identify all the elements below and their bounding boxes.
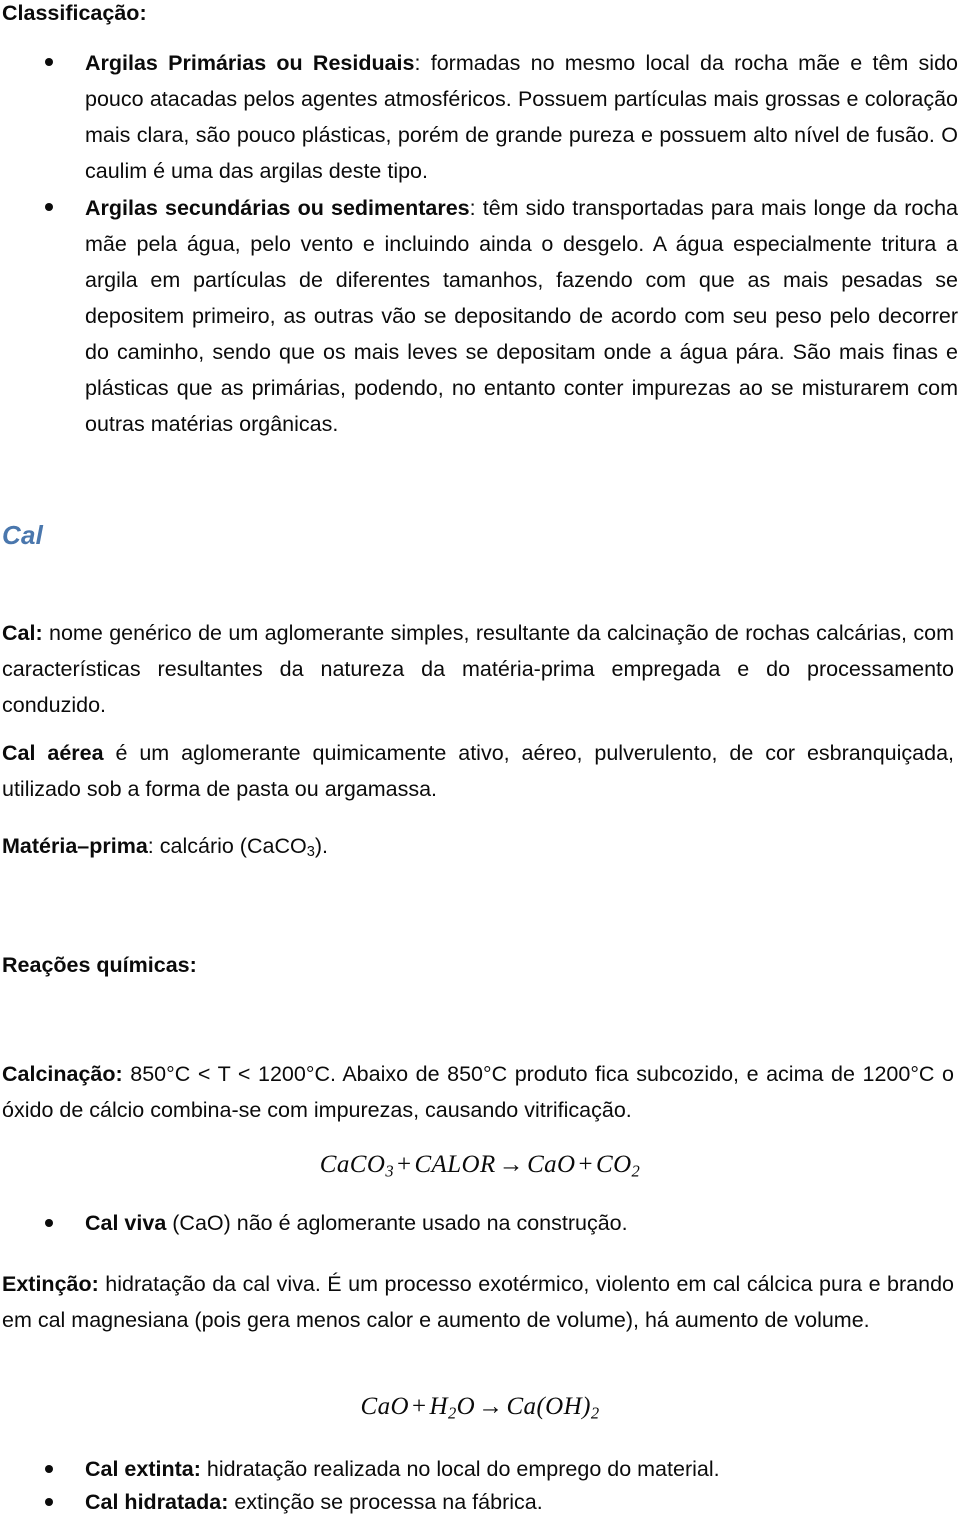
formula-product-1: CaO bbox=[527, 1151, 576, 1178]
paragraph-lead: Cal: bbox=[2, 621, 43, 645]
list-item-text: hidratação realizada no local do emprego… bbox=[200, 1457, 720, 1481]
paragraph-calcinacao: Calcinação: 850°C < T < 1200°C. Abaixo d… bbox=[0, 1056, 956, 1128]
list-item-text: têm sido transportadas para mais longe d… bbox=[85, 196, 959, 436]
heading-reacoes-quimicas-text: Reações químicas: bbox=[2, 953, 197, 977]
paragraph-cal-aerea: Cal aérea é um aglomerante quimicamente … bbox=[0, 735, 956, 807]
formula-arrow: → bbox=[478, 1393, 504, 1420]
list-item-body: Cal hidratada: extinção se processa na f… bbox=[85, 1487, 958, 1518]
paragraph-body: nome genérico de um aglomerante simples,… bbox=[2, 621, 954, 717]
paragraph-cal-aerea-text: Cal aérea é um aglomerante quimicamente … bbox=[0, 735, 956, 807]
paragraph-body: 850°C < T < 1200°C. Abaixo de 850°C prod… bbox=[2, 1062, 954, 1122]
paragraph-lead: Calcinação: bbox=[2, 1062, 123, 1086]
formula-product-1-a: Ca(OH) bbox=[506, 1393, 591, 1420]
formula-product-2-subscript: 2 bbox=[631, 1161, 641, 1181]
bullet-dot-icon bbox=[45, 58, 53, 66]
list-item-cal-extinta: Cal extinta: hidratação realizada no loc… bbox=[0, 1454, 960, 1485]
list-item-body: Cal extinta: hidratação realizada no loc… bbox=[85, 1454, 958, 1485]
section-heading-cal: Cal bbox=[0, 520, 43, 550]
section-heading-classificacao: Classificação: bbox=[0, 0, 147, 28]
paragraph-materia-prima: Matéria–prima: calcário (CaCO3). bbox=[0, 828, 956, 870]
paragraph-extincao-text: Extinção: hidratação da cal viva. É um p… bbox=[0, 1266, 956, 1338]
formula-reactant-1-subscript: 3 bbox=[385, 1161, 394, 1181]
list-item-lead: Cal viva bbox=[85, 1211, 167, 1235]
list-item-text: extinção se processa na fábrica. bbox=[228, 1490, 543, 1514]
paragraph-body-post: ). bbox=[314, 834, 328, 858]
formula-reactant-2-subscript: 2 bbox=[447, 1403, 457, 1423]
formula-arrow: → bbox=[498, 1151, 525, 1178]
formula-plus-1: + bbox=[396, 1151, 412, 1178]
section-heading-reacoes-quimicas: Reações químicas: bbox=[0, 950, 197, 980]
list-item-separator: : bbox=[469, 196, 483, 220]
formula-reactant-1: CaCO bbox=[319, 1151, 386, 1178]
bullet-dot-icon bbox=[45, 1498, 53, 1506]
formula-reactant-2-b: O bbox=[456, 1393, 476, 1420]
paragraph-extincao: Extinção: hidratação da cal viva. É um p… bbox=[0, 1266, 956, 1338]
formula-reactant-1: CaO bbox=[360, 1393, 409, 1420]
paragraph-materia-prima-text: Matéria–prima: calcário (CaCO3). bbox=[0, 828, 956, 870]
document-page: Classificação: Argilas Primárias ou Resi… bbox=[0, 0, 960, 1517]
paragraph-cal-definition: Cal: nome genérico de um aglomerante sim… bbox=[0, 615, 956, 723]
formula-extincao: CaO + H2O → Ca(OH)2 bbox=[0, 1390, 960, 1431]
list-item-body: Argilas Primárias ou Residuais: formadas… bbox=[85, 45, 958, 189]
paragraph-calcinacao-text: Calcinação: 850°C < T < 1200°C. Abaixo d… bbox=[0, 1056, 956, 1128]
list-item-separator: : bbox=[414, 51, 431, 75]
paragraph-lead: Cal aérea bbox=[2, 741, 104, 765]
paragraph-body: é um aglomerante quimicamente ativo, aér… bbox=[2, 741, 954, 801]
formula-calcinacao-text: CaCO3 + CALOR → CaO + CO2 bbox=[0, 1148, 960, 1189]
subscript-three: 3 bbox=[306, 844, 315, 861]
formula-calcinacao: CaCO3 + CALOR → CaO + CO2 bbox=[0, 1148, 960, 1189]
formula-plus-1: + bbox=[411, 1393, 427, 1420]
list-item-lead: Argilas Primárias ou Residuais bbox=[85, 51, 415, 75]
list-item-text: (CaO) não é aglomerante usado na constru… bbox=[166, 1211, 628, 1235]
paragraph-body: hidratação da cal viva. É um processo ex… bbox=[2, 1272, 954, 1332]
bullet-dot-icon bbox=[45, 1219, 53, 1227]
bullet-dot-icon bbox=[45, 1465, 53, 1473]
list-item-lead: Cal hidratada: bbox=[85, 1490, 229, 1514]
formula-product-2: CO bbox=[596, 1151, 632, 1178]
heading-cal-text: Cal bbox=[2, 520, 44, 550]
paragraph-body-pre: calcário (CaCO bbox=[159, 834, 307, 858]
list-item-argilas-secundarias: Argilas secundárias ou sedimentares: têm… bbox=[0, 190, 960, 442]
list-item-lead: Argilas secundárias ou sedimentares bbox=[85, 196, 470, 220]
formula-product-1-subscript: 2 bbox=[590, 1403, 600, 1423]
list-item-body: Argilas secundárias ou sedimentares: têm… bbox=[85, 190, 958, 442]
paragraph-lead: Matéria–prima bbox=[2, 834, 148, 858]
paragraph-separator: : bbox=[147, 834, 160, 858]
formula-reactant-2-a: H bbox=[429, 1393, 448, 1420]
formula-reactant-2: CALOR bbox=[414, 1151, 496, 1178]
formula-extincao-text: CaO + H2O → Ca(OH)2 bbox=[0, 1390, 960, 1431]
list-item-cal-hidratada: Cal hidratada: extinção se processa na f… bbox=[0, 1487, 960, 1518]
paragraph-cal-definition-text: Cal: nome genérico de um aglomerante sim… bbox=[0, 615, 956, 723]
list-item-cal-viva: Cal viva (CaO) não é aglomerante usado n… bbox=[0, 1208, 960, 1239]
heading-classificacao-text: Classificação: bbox=[2, 1, 147, 25]
list-item-argilas-primarias: Argilas Primárias ou Residuais: formadas… bbox=[0, 45, 960, 189]
formula-plus-2: + bbox=[578, 1151, 593, 1178]
bullet-dot-icon bbox=[45, 203, 53, 211]
list-item-lead: Cal extinta: bbox=[85, 1457, 201, 1481]
list-item-body: Cal viva (CaO) não é aglomerante usado n… bbox=[85, 1208, 958, 1239]
paragraph-lead: Extinção: bbox=[2, 1272, 99, 1296]
